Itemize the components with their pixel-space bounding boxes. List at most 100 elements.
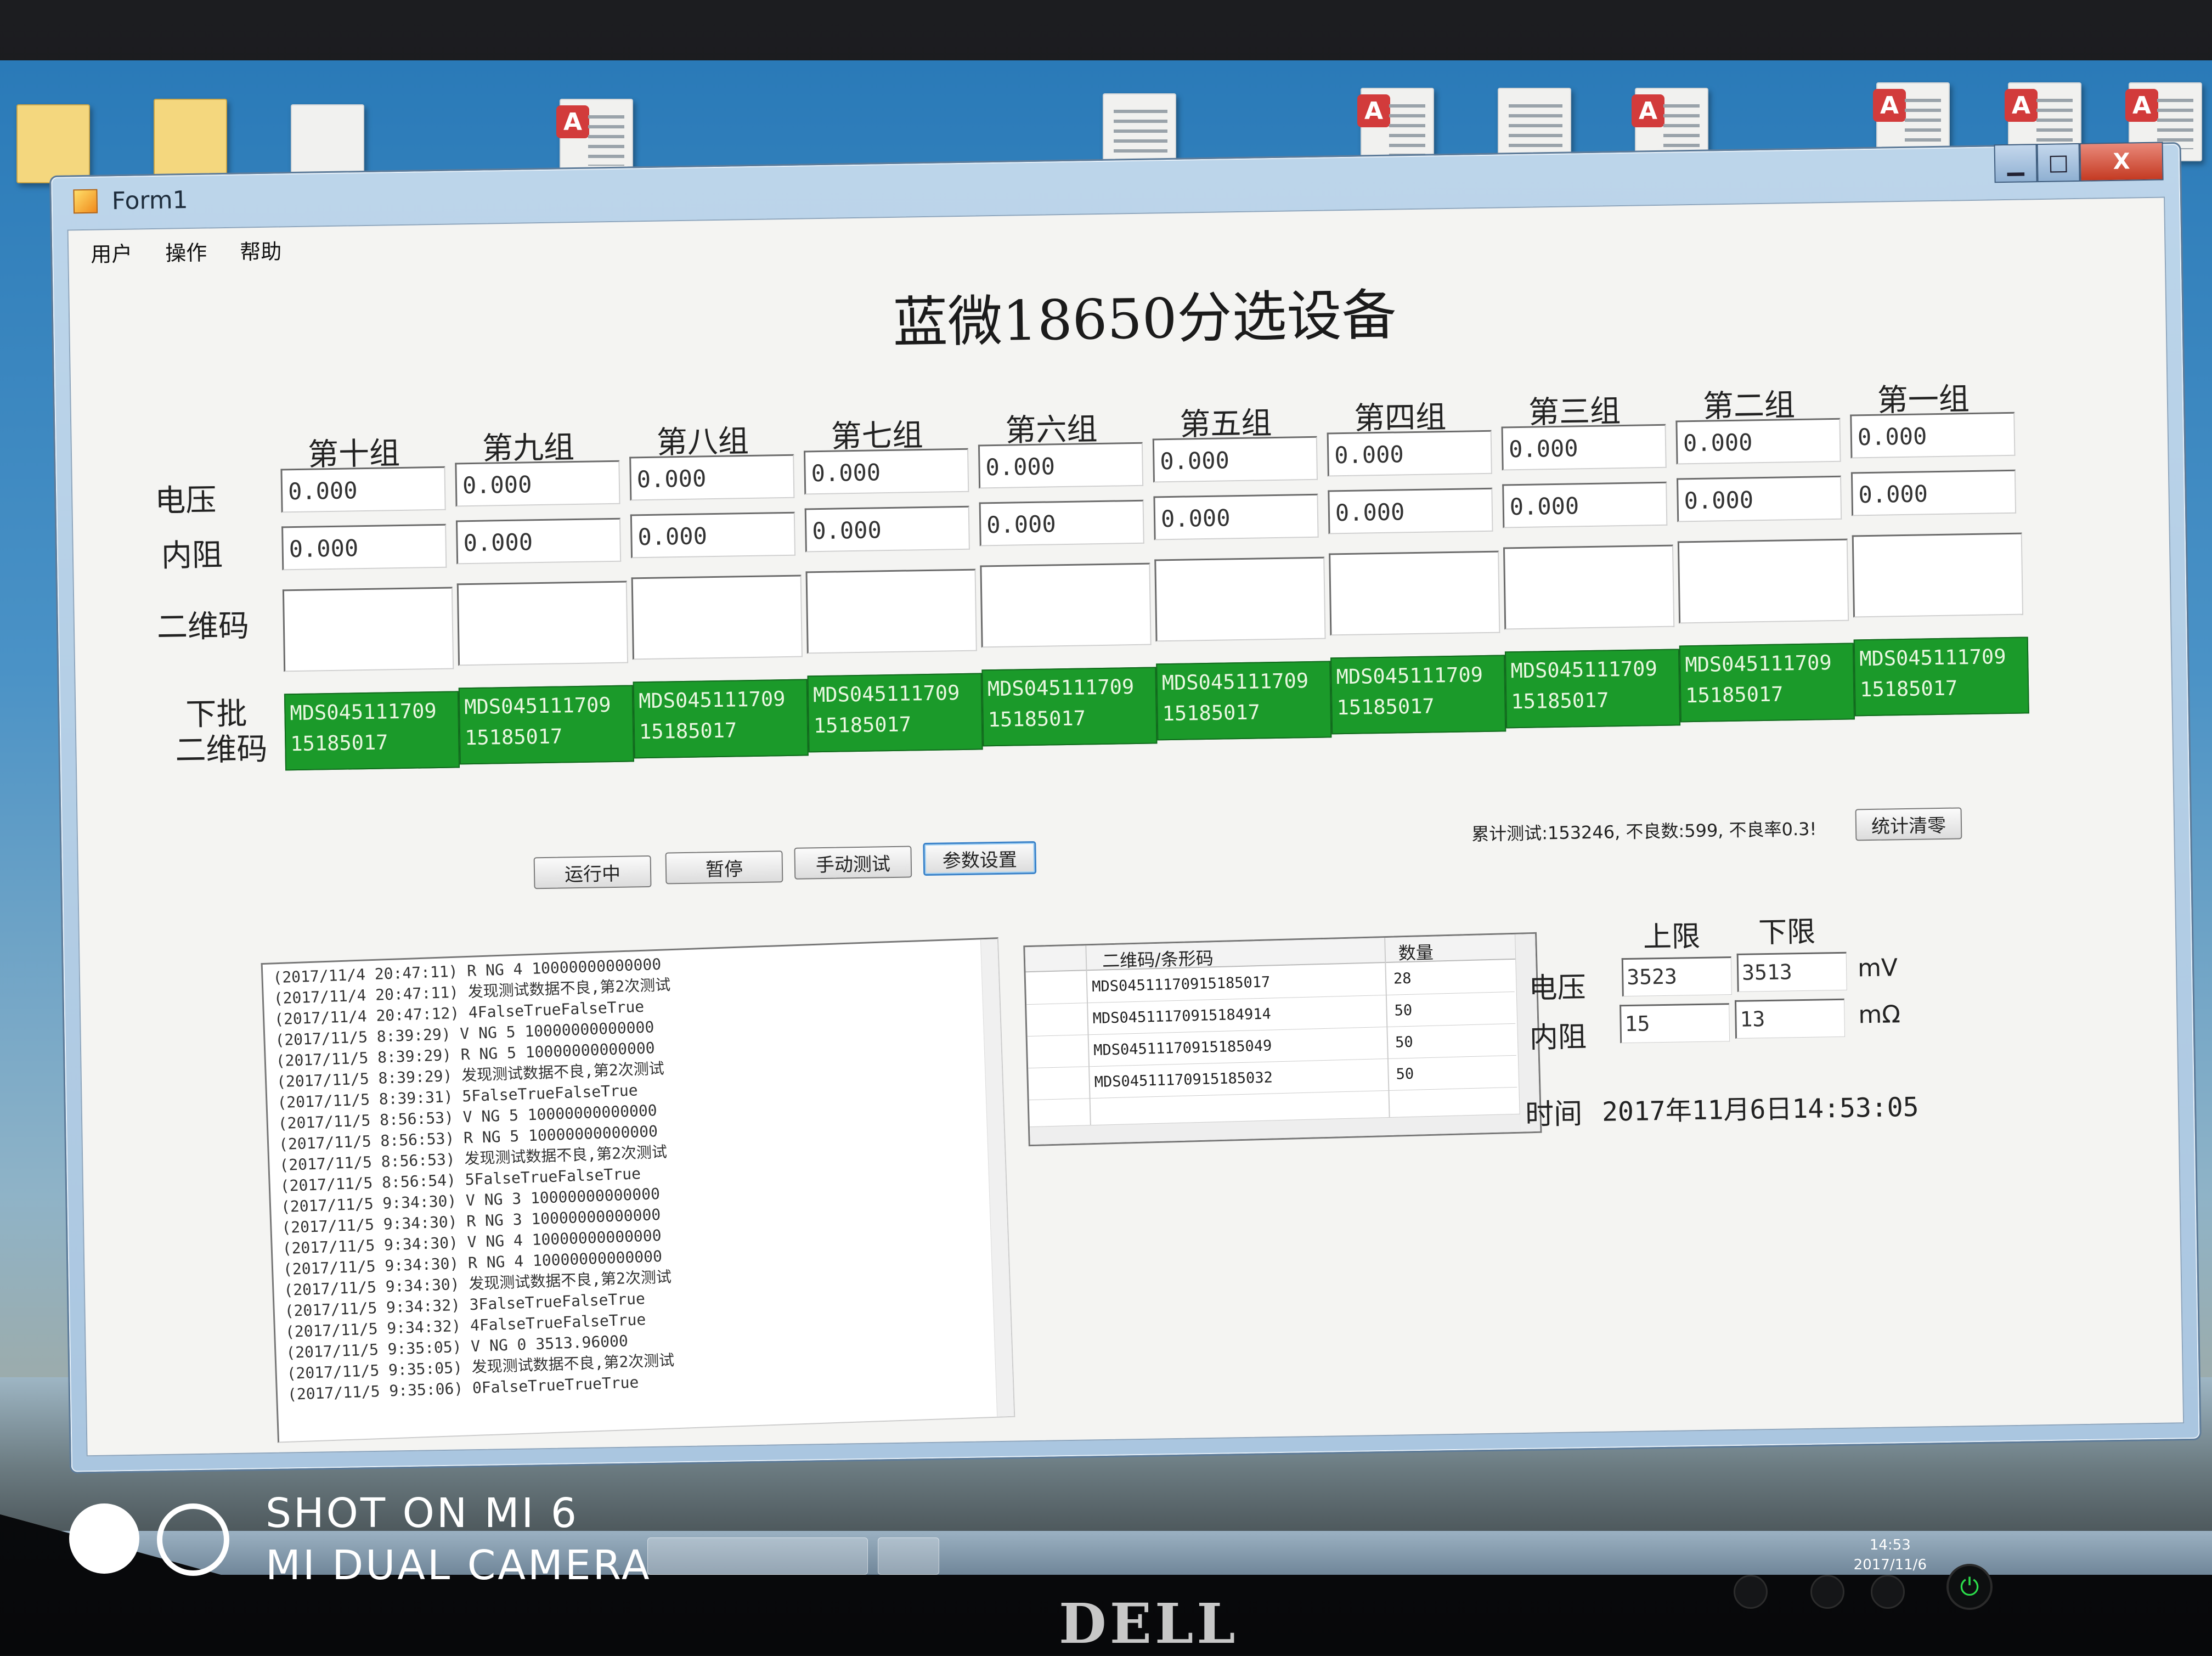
watermark-line-2: MI DUAL CAMERA bbox=[266, 1542, 652, 1589]
menu-operation[interactable]: 操作 bbox=[165, 235, 207, 266]
voltage-field[interactable]: 0.000 bbox=[1327, 430, 1492, 477]
power-icon[interactable]: ⏻ bbox=[1946, 1564, 1993, 1610]
maximize-button[interactable]: □ bbox=[2036, 143, 2080, 183]
resistance-field[interactable]: 0.000 bbox=[455, 517, 622, 565]
time-label: 时间 bbox=[1525, 1097, 1583, 1131]
resistance-upper-input[interactable]: 15 bbox=[1620, 1003, 1730, 1044]
qr-field[interactable] bbox=[1329, 550, 1500, 636]
qr-field[interactable] bbox=[1154, 556, 1326, 642]
app-icon bbox=[73, 189, 98, 214]
qr-field[interactable] bbox=[456, 581, 629, 666]
watermark-dot bbox=[69, 1503, 139, 1574]
qr-row-label: 二维码 bbox=[156, 608, 250, 646]
next-qr-line-2: 15185017 bbox=[1685, 682, 1784, 708]
next-qr-line-2: 15185017 bbox=[290, 730, 388, 756]
next-qr-field[interactable]: MDS045111709 15185017 bbox=[284, 691, 460, 771]
next-qr-line-2: 15185017 bbox=[1859, 676, 1958, 702]
minimize-button[interactable]: ▁ bbox=[1994, 144, 2038, 183]
menu-user[interactable]: 用户 bbox=[91, 236, 133, 267]
limit-voltage-label: 电压 bbox=[1528, 971, 1587, 1005]
params-button[interactable]: 参数设置 bbox=[923, 841, 1037, 876]
qr-field[interactable] bbox=[1852, 532, 2024, 618]
next-qr-line-2: 15185017 bbox=[639, 718, 737, 744]
next-qr-line-1: MDS045111709 bbox=[987, 675, 1135, 701]
qr-field[interactable] bbox=[282, 587, 454, 672]
running-button[interactable]: 运行中 bbox=[533, 855, 652, 889]
next-qr-line-2: 15185017 bbox=[1162, 700, 1261, 726]
voltage-field[interactable]: 0.000 bbox=[629, 454, 795, 501]
pause-button[interactable]: 暂停 bbox=[665, 850, 783, 885]
monitor-button[interactable] bbox=[1734, 1575, 1768, 1609]
desktop-icon-folder[interactable] bbox=[154, 99, 227, 178]
voltage-upper-input[interactable]: 3523 bbox=[1621, 956, 1732, 997]
next-qr-field[interactable]: MDS045111709 15185017 bbox=[807, 673, 983, 753]
table-cell-code: MDS04511170915185017 bbox=[1091, 973, 1271, 996]
monitor-brand-logo: DELL bbox=[1059, 1591, 1239, 1656]
resistance-field[interactable]: 0.000 bbox=[1502, 481, 1668, 528]
manual-test-button[interactable]: 手动测试 bbox=[794, 846, 912, 880]
next-qr-field[interactable]: MDS045111709 15185017 bbox=[1156, 661, 1332, 741]
time-value: 2017年11月6日14:53:05 bbox=[1601, 1091, 1920, 1128]
next-qr-field[interactable]: MDS045111709 15185017 bbox=[633, 679, 809, 759]
form-client-area: 用户 操作 帮助 蓝微18650分选设备 电压 内阻 二维码 下批 二维码 第十… bbox=[67, 196, 2185, 1457]
voltage-field[interactable]: 0.000 bbox=[804, 448, 969, 495]
taskbar-clock[interactable]: 14:53 2017/11/6 bbox=[1854, 1535, 1927, 1575]
qr-field[interactable] bbox=[1503, 544, 1675, 630]
next-qr-field[interactable]: MDS045111709 15185017 bbox=[1679, 643, 1855, 723]
taskbar-item-form1[interactable] bbox=[878, 1537, 939, 1575]
table-cell-qty: 50 bbox=[1395, 1033, 1414, 1051]
desktop-icon-user[interactable] bbox=[16, 104, 90, 183]
qr-field[interactable] bbox=[980, 562, 1152, 648]
voltage-field[interactable]: 0.000 bbox=[280, 466, 446, 513]
grid-header-qty[interactable]: 数量 bbox=[1398, 939, 1434, 965]
resistance-field[interactable]: 0.000 bbox=[979, 499, 1144, 547]
qr-field[interactable] bbox=[805, 568, 977, 654]
grid-header-code[interactable]: 二维码/条形码 bbox=[1102, 944, 1214, 972]
window-title: Form1 bbox=[111, 185, 188, 215]
next-qr-line-1: MDS045111709 bbox=[1859, 645, 2006, 671]
grid-horizontal-scrollbar[interactable] bbox=[1029, 1113, 1521, 1145]
resistance-unit: mΩ bbox=[1858, 1000, 1901, 1029]
resistance-field[interactable]: 0.000 bbox=[630, 511, 796, 559]
menu-help[interactable]: 帮助 bbox=[240, 234, 282, 265]
watermark-ring bbox=[157, 1503, 229, 1576]
resistance-field[interactable]: 0.000 bbox=[1153, 493, 1319, 540]
qr-field[interactable] bbox=[1677, 538, 1849, 624]
desktop-icon-access-1[interactable]: A bbox=[556, 99, 633, 178]
resistance-field[interactable]: 0.000 bbox=[1328, 487, 1493, 534]
next-qr-field[interactable]: MDS045111709 15185017 bbox=[981, 667, 1158, 747]
next-qr-line-2: 15185017 bbox=[1336, 694, 1435, 720]
voltage-field[interactable]: 0.000 bbox=[455, 460, 620, 507]
taskbar-item-explorer[interactable] bbox=[647, 1537, 868, 1575]
resistance-field[interactable]: 0.000 bbox=[804, 505, 970, 553]
next-qr-row-label-2: 二维码 bbox=[174, 731, 268, 769]
next-qr-field[interactable]: MDS045111709 15185017 bbox=[1853, 637, 2029, 717]
qr-data-grid[interactable]: 二维码/条形码 数量 MDS04511170915185017 28 MDS0451… bbox=[1023, 932, 1542, 1147]
next-qr-line-1: MDS045111709 bbox=[1510, 657, 1658, 683]
voltage-field[interactable]: 0.000 bbox=[1501, 424, 1667, 471]
table-cell-code: MDS04511170915185049 bbox=[1093, 1037, 1272, 1059]
next-qr-line-1: MDS045111709 bbox=[464, 693, 611, 719]
next-qr-line-1: MDS045111709 bbox=[1336, 663, 1483, 689]
resistance-lower-input[interactable]: 13 bbox=[1734, 998, 1846, 1039]
voltage-row-label: 电压 bbox=[154, 482, 217, 520]
close-button[interactable]: X bbox=[2079, 142, 2164, 182]
table-cell-code: MDS04511170915185032 bbox=[1094, 1069, 1273, 1091]
resistance-field[interactable]: 0.000 bbox=[1850, 469, 2017, 516]
resistance-field[interactable]: 0.000 bbox=[1677, 475, 1842, 522]
reset-stats-button[interactable]: 统计清零 bbox=[1855, 807, 1962, 841]
next-qr-field[interactable]: MDS045111709 15185017 bbox=[458, 685, 634, 765]
resistance-field[interactable]: 0.000 bbox=[281, 523, 447, 571]
next-qr-field[interactable]: MDS045111709 15185017 bbox=[1330, 655, 1506, 735]
voltage-field[interactable]: 0.000 bbox=[1850, 412, 2016, 459]
voltage-field[interactable]: 0.000 bbox=[1152, 436, 1318, 483]
voltage-field[interactable]: 0.000 bbox=[1675, 418, 1841, 465]
next-qr-field[interactable]: MDS045111709 15185017 bbox=[1504, 649, 1681, 729]
qr-field[interactable] bbox=[631, 574, 803, 660]
log-listbox[interactable]: (2017/11/4 20:47:11) R NG 4 100000000000… bbox=[261, 937, 1015, 1443]
voltage-lower-input[interactable]: 3513 bbox=[1736, 951, 1847, 992]
monitor-button[interactable] bbox=[1810, 1575, 1844, 1609]
limit-resistance-label: 内阻 bbox=[1529, 1021, 1587, 1055]
monitor-button[interactable] bbox=[1871, 1575, 1905, 1609]
voltage-field[interactable]: 0.000 bbox=[978, 442, 1144, 489]
